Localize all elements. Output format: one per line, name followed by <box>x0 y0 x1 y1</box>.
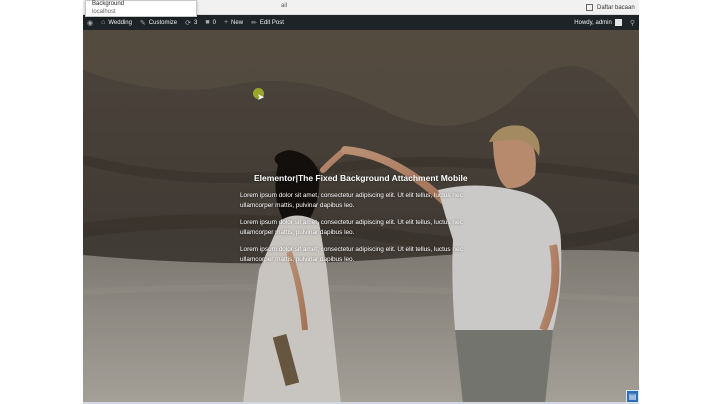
wp-admin-bar: ◉ ⌂ Wedding ✎ Customize ⟳ 3 ■ 0 + New ✏ … <box>83 15 639 30</box>
updates-link[interactable]: ⟳ 3 <box>181 15 201 30</box>
wordpress-logo-icon: ◉ <box>87 19 94 27</box>
address-suggestion-popup[interactable]: Background localhost <box>85 0 197 17</box>
hero-title: Elementor|The Fixed Background Attachmen… <box>254 173 468 183</box>
page-icon <box>586 4 593 11</box>
customize-label: Customize <box>148 19 178 26</box>
recording-frame-left <box>0 0 83 404</box>
updates-icon: ⟳ <box>185 19 192 27</box>
home-icon: ⌂ <box>101 19 106 26</box>
hero-paragraph: Lorem ipsum dolor sit amet, consectetur … <box>240 219 463 236</box>
hero-content: Elementor|The Fixed Background Attachmen… <box>240 173 468 272</box>
suggestion-url: localhost <box>92 8 116 15</box>
hero-paragraph: Lorem ipsum dolor sit amet, consectetur … <box>240 192 463 209</box>
comments-icon: ■ <box>205 19 210 26</box>
account-menu[interactable]: Howdy, admin <box>570 15 626 30</box>
reading-list-label: Daftar bacaan <box>597 4 635 11</box>
reading-list-button[interactable]: Daftar bacaan <box>586 2 720 13</box>
mouse-cursor-icon: ➤ <box>257 92 265 102</box>
comments-link[interactable]: ■ 0 <box>201 15 220 30</box>
comments-count: 0 <box>212 19 216 26</box>
site-name-label: Wedding <box>108 19 132 26</box>
new-content-menu[interactable]: + New <box>220 15 247 30</box>
wordpress-menu[interactable]: ◉ <box>83 15 97 30</box>
recorder-widget-button[interactable]: ▤ <box>626 390 639 403</box>
customize-brush-icon: ✎ <box>139 19 146 27</box>
tab-title-fragment: ail <box>281 3 288 9</box>
edit-post-label: Edit Post <box>259 19 284 26</box>
greeting-label: Howdy, admin <box>574 19 612 26</box>
recording-frame-right <box>639 0 720 404</box>
suggestion-title: Background <box>92 1 125 7</box>
hero-paragraph: Lorem ipsum dolor sit amet, consectetur … <box>240 246 463 263</box>
search-icon: ⚲ <box>629 19 635 27</box>
plus-icon: + <box>223 19 229 26</box>
site-name-link[interactable]: ⌂ Wedding <box>97 15 136 30</box>
new-label: New <box>231 19 244 26</box>
updates-count: 3 <box>194 19 198 26</box>
edit-post-link[interactable]: ✏ Edit Post <box>247 15 288 30</box>
hero-section: Elementor|The Fixed Background Attachmen… <box>83 30 639 404</box>
customize-link[interactable]: ✎ Customize <box>136 15 181 30</box>
pencil-icon: ✏ <box>251 19 257 27</box>
search-toggle[interactable]: ⚲ <box>626 15 639 30</box>
avatar <box>614 19 622 26</box>
